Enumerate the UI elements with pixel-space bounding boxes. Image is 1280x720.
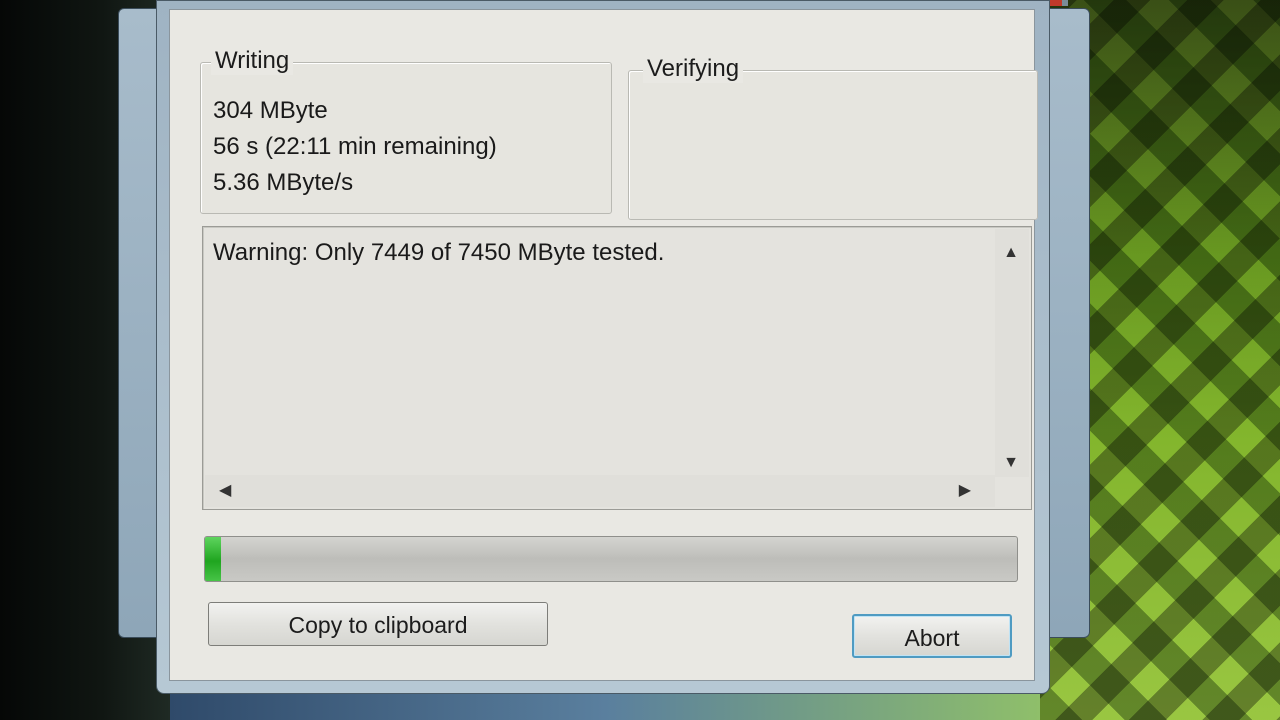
writing-elapsed-time: 56 s (22:11 min remaining) — [213, 133, 497, 160]
scroll-right-arrow-icon[interactable]: ▶ — [959, 483, 971, 499]
background-taskbar-area — [170, 690, 1040, 720]
progress-dialog: Writing 304 MByte 56 s (22:11 min remain… — [156, 0, 1050, 694]
progress-bar — [204, 536, 1018, 582]
writing-speed: 5.36 MByte/s — [213, 169, 354, 196]
copy-to-clipboard-button[interactable]: Copy to clipboard — [208, 602, 548, 646]
vertical-scrollbar[interactable]: ▲ ▼ — [995, 229, 1029, 477]
scroll-up-arrow-icon[interactable]: ▲ — [1003, 245, 1019, 261]
abort-button[interactable]: Abort — [852, 614, 1012, 658]
writing-group-title: Writing — [211, 47, 294, 75]
verifying-group-title: Verifying — [643, 55, 744, 83]
log-output-box[interactable]: Warning: Only 7449 of 7450 MByte tested.… — [202, 226, 1032, 510]
progress-bar-fill — [205, 537, 222, 581]
writing-amount: 304 MByte — [213, 97, 328, 124]
dialog-client-area: Writing 304 MByte 56 s (22:11 min remain… — [169, 9, 1038, 681]
verifying-group: Verifying — [628, 55, 1038, 220]
scroll-down-arrow-icon[interactable]: ▼ — [1003, 455, 1019, 471]
horizontal-scrollbar[interactable]: ◀ ▶ — [205, 475, 995, 507]
scroll-left-arrow-icon[interactable]: ◀ — [219, 483, 231, 499]
writing-group: Writing 304 MByte 56 s (22:11 min remain… — [200, 47, 612, 214]
log-message: Warning: Only 7449 of 7450 MByte tested. — [213, 239, 665, 266]
